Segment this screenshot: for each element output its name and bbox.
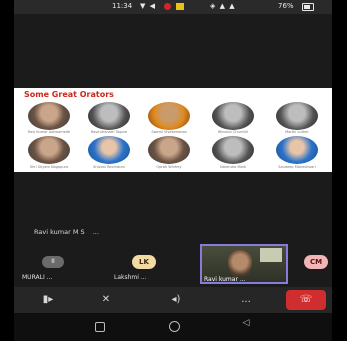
participant-strip[interactable]: II MURALI ... LK Lakshmi ... Ravi kumar …	[14, 244, 332, 284]
pause-icon[interactable]: II	[42, 256, 64, 268]
orator-name: Shivani Ravindran	[93, 165, 125, 169]
participant-name: MURALI ...	[22, 274, 53, 281]
mic-button[interactable]: ✕	[78, 287, 134, 313]
more-icon: ...	[241, 294, 251, 305]
recording-icon	[164, 3, 171, 10]
orator-photo	[88, 136, 130, 164]
orator-photo	[212, 102, 254, 130]
background-window	[260, 248, 282, 262]
speaker-button[interactable]: ◂)	[148, 287, 204, 313]
more-icon[interactable]: ...	[93, 228, 99, 236]
orator-name: Sandeep Maheshwari	[278, 165, 316, 169]
orator-name: Shri Shyam Nagapura	[29, 165, 69, 169]
participant-avatar: CM	[304, 255, 328, 269]
orator-name: Winston Churchill	[217, 130, 249, 134]
orator-photo	[88, 102, 130, 130]
orator-name: Ravi Kumar Ashwamedh	[27, 130, 71, 134]
recents-icon	[95, 322, 105, 332]
orator-photo	[276, 102, 318, 130]
battery-icon	[302, 3, 314, 11]
home-button[interactable]	[164, 320, 184, 333]
participant-tile[interactable]: LK Lakshmi ...	[110, 244, 192, 282]
battery-percent: 76%	[278, 2, 294, 10]
status-time: 11:34	[112, 2, 133, 10]
orator-photo	[28, 102, 70, 130]
participant-name: Lakshmi ...	[114, 274, 147, 281]
mic-off-icon: ✕	[101, 294, 111, 305]
camera-button[interactable]: ▮▸	[20, 287, 76, 313]
participant-tile[interactable]: CM	[296, 244, 332, 282]
home-icon	[168, 321, 180, 332]
more-options-button[interactable]: ...	[218, 287, 274, 313]
speaker-icon: ◂)	[171, 294, 181, 305]
notification-icons: ▼ ◀	[140, 2, 156, 10]
end-call-button[interactable]: ☏	[286, 290, 326, 310]
active-speaker-label: Ravi kumar M S ...	[34, 228, 99, 236]
orator-name: Martin Luther	[285, 130, 309, 134]
android-nav-bar: ◁	[14, 313, 332, 341]
signal-icons: ◈ ▲ ▲	[210, 2, 236, 10]
end-call-icon: ☏	[299, 294, 313, 305]
phone-screen: 11:34 ▼ ◀ ◈ ▲ ▲ 76% Some Great Orators R…	[14, 0, 332, 341]
back-icon: ◁	[242, 318, 250, 328]
participant-name: Ravi kumar ...	[204, 276, 246, 283]
share-title: Some Great Orators	[24, 90, 114, 99]
orator-name: Swami Vivekananda	[151, 130, 187, 134]
orator-name: Narendra Modi	[220, 165, 246, 169]
speaker-name: Ravi kumar M S	[34, 228, 85, 236]
participant-video-tile[interactable]: Ravi kumar ...	[200, 244, 288, 284]
back-button[interactable]: ◁	[236, 318, 256, 328]
status-bar: 11:34 ▼ ◀ ◈ ▲ ▲ 76%	[14, 0, 332, 14]
orator-photo	[212, 136, 254, 164]
notification-app-icon	[176, 3, 184, 10]
orator-photo	[276, 136, 318, 164]
participant-avatar: LK	[132, 255, 156, 269]
shared-screen[interactable]: Some Great Orators Ravi Kumar Ashwamedh …	[14, 88, 332, 172]
call-toolbar: ▮▸ ✕ ◂) ... ☏	[14, 287, 332, 313]
camera-icon: ▮▸	[42, 294, 54, 305]
orator-photo	[28, 136, 70, 164]
participant-tile[interactable]: II MURALI ...	[18, 244, 88, 282]
orator-name: Oprah Winfrey	[156, 165, 182, 169]
orator-photo	[148, 136, 190, 164]
recents-button[interactable]	[90, 320, 110, 334]
orator-photo	[148, 102, 190, 130]
orator-name: Ravindranath Tagore	[90, 130, 128, 134]
participant-video	[228, 250, 252, 276]
